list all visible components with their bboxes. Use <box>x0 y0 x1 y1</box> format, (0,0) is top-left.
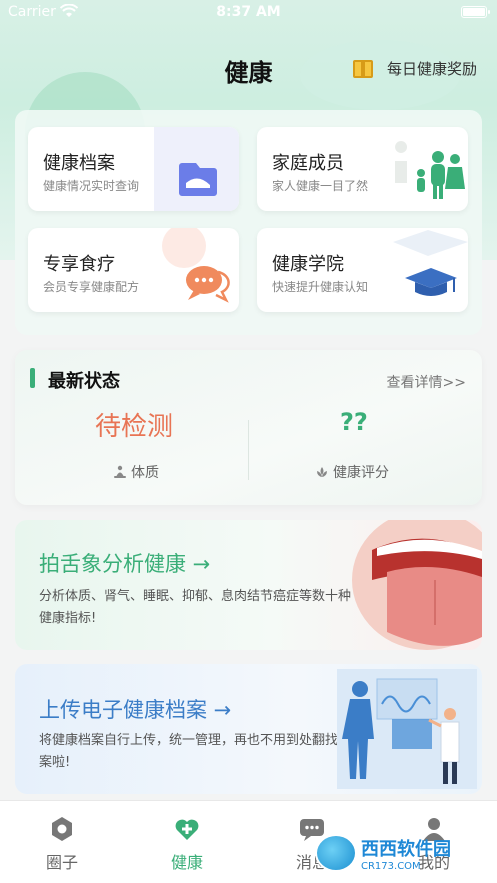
graduation-cap-icon <box>393 230 468 296</box>
daily-reward-button[interactable]: 每日健康奖励 <box>352 58 477 79</box>
tab-circle[interactable]: 圈子 <box>22 815 102 873</box>
constitution-label: 体质 <box>113 462 159 482</box>
family-members-card[interactable]: 家庭成员 家人健康一目了然 <box>257 127 468 211</box>
health-record-card[interactable]: 健康档案 健康情况实时查询 <box>28 127 239 211</box>
tab-label: 健康 <box>170 853 203 872</box>
watermark-logo <box>315 834 357 872</box>
card-subtitle: 家人健康一目了然 <box>272 179 369 193</box>
chat-bubble-icon <box>162 228 230 303</box>
banner-description: 分析体质、肾气、睡眠、抑郁、息肉结节癌症等数十种健康指标! <box>39 589 352 626</box>
doctor-illustration <box>337 669 477 789</box>
card-subtitle: 快速提升健康认知 <box>272 280 369 294</box>
card-subtitle: 会员专享健康配方 <box>43 280 140 294</box>
health-score-label-text: 健康评分 <box>333 465 389 481</box>
battery-icon <box>461 6 490 18</box>
section-accent-bar <box>30 368 35 388</box>
watermark-sub: CR173.COM <box>361 860 421 872</box>
constitution-value[interactable]: 待检测 <box>95 406 173 443</box>
section-title: 最新状态 <box>48 371 120 392</box>
banner-title: 拍舌象分析健康 → <box>39 552 211 576</box>
constitution-label-text: 体质 <box>131 465 159 481</box>
lotus-icon <box>317 467 327 477</box>
card-title: 健康学院 <box>272 254 344 275</box>
divider <box>248 420 249 480</box>
tongue-analysis-banner[interactable]: 拍舌象分析健康 → 分析体质、肾气、睡眠、抑郁、息肉结节癌症等数十种健康指标! <box>15 520 482 650</box>
gift-icon <box>352 59 373 78</box>
watermark-main: 西西软件园 <box>361 838 451 860</box>
card-title: 家庭成员 <box>272 153 344 174</box>
latest-status-panel: 最新状态 查看详情>> 待检测 ?? 体质 健康评分 <box>15 350 482 505</box>
family-icon <box>395 141 465 199</box>
banner-description: 将健康档案自行上传，统一管理，再也不用到处翻找档案啦! <box>39 733 352 770</box>
upload-health-record-banner[interactable]: 上传电子健康档案 → 将健康档案自行上传，统一管理，再也不用到处翻找档案啦! <box>15 664 482 794</box>
health-academy-card[interactable]: 健康学院 快速提升健康认知 <box>257 228 468 312</box>
open-mouth-illustration <box>352 520 482 650</box>
status-bar: Carrier 8:37 AM <box>0 0 497 26</box>
watermark-text: 西西软件园 CR173.COM <box>361 835 451 872</box>
card-subtitle: 健康情况实时查询 <box>43 179 140 193</box>
heart-plus-icon <box>175 819 199 840</box>
circle-hex-icon <box>52 817 72 841</box>
health-score-label: 健康评分 <box>315 462 389 482</box>
clock: 8:37 AM <box>216 4 281 20</box>
card-title: 专享食疗 <box>43 254 115 275</box>
reward-label: 每日健康奖励 <box>386 60 477 78</box>
banner-title: 上传电子健康档案 → <box>39 698 232 722</box>
card-title: 健康档案 <box>43 153 115 174</box>
health-score-value[interactable]: ?? <box>340 408 368 436</box>
watermark: 西西软件园 CR173.COM <box>315 831 485 875</box>
tab-label: 圈子 <box>45 853 78 872</box>
meditation-icon <box>114 465 126 478</box>
diet-therapy-card[interactable]: 专享食疗 会员专享健康配方 <box>28 228 239 312</box>
folder-icon <box>154 127 239 211</box>
tab-health[interactable]: 健康 <box>147 815 227 873</box>
view-details-link[interactable]: 查看详情>> <box>387 372 466 392</box>
